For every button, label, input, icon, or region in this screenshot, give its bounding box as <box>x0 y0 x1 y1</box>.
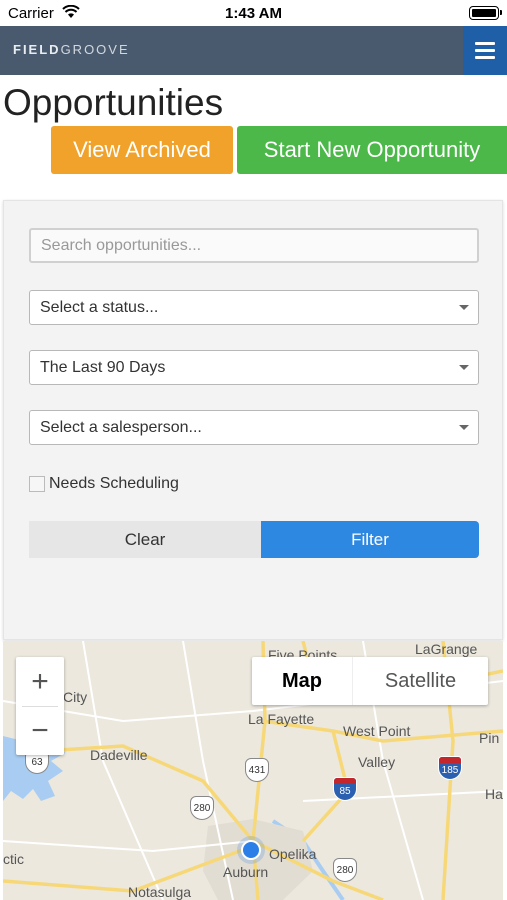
shield-63-label: 63 <box>31 756 43 768</box>
date-range-value: The Last 90 Days <box>40 358 166 376</box>
salesperson-select-value: Select a salesperson... <box>40 418 202 436</box>
salesperson-select[interactable]: Select a salesperson... <box>29 410 479 445</box>
clock: 1:43 AM <box>225 5 282 22</box>
chevron-down-icon <box>459 305 469 310</box>
brand-field: FIELD <box>13 42 61 57</box>
shield-185-label: 185 <box>441 764 459 776</box>
interstate-185-shield: 185 <box>438 756 462 780</box>
map-label-auburn: Auburn <box>223 864 269 880</box>
map-label-valley: Valley <box>358 754 396 770</box>
top-navbar: FIELDGROOVE <box>0 26 507 75</box>
map-type-satellite-button[interactable]: Satellite <box>352 657 488 705</box>
map-label-opelika: Opelika <box>269 846 317 862</box>
hamburger-icon-bar-1 <box>475 42 495 45</box>
map-label-la-fayette: La Fayette <box>248 711 315 727</box>
hamburger-menu-button[interactable] <box>463 26 507 75</box>
needs-scheduling-label: Needs Scheduling <box>49 475 179 492</box>
hamburger-icon-bar-3 <box>475 56 495 59</box>
chevron-down-icon <box>459 365 469 370</box>
status-select[interactable]: Select a status... <box>29 290 479 325</box>
status-bar: Carrier 1:43 AM <box>0 0 507 26</box>
shield-431-label: 431 <box>248 764 266 776</box>
map-label-ha: Ha <box>485 786 503 802</box>
status-select-value: Select a status... <box>40 298 159 316</box>
map-label-city: City <box>63 689 88 705</box>
page-title: Opportunities <box>3 82 224 123</box>
chevron-down-icon <box>459 425 469 430</box>
highway-431-shield: 431 <box>245 758 269 782</box>
shield-280-label-a: 280 <box>193 802 211 814</box>
hamburger-icon-bar-2 <box>475 49 495 52</box>
needs-scheduling-checkbox[interactable] <box>29 476 45 492</box>
brand-logo[interactable]: FIELDGROOVE <box>13 42 130 57</box>
highway-280-shield: 280 <box>190 796 214 820</box>
map-label-west-point: West Point <box>343 723 411 739</box>
brand-groove: GROOVE <box>60 42 130 57</box>
map-label-lagrange: LaGrange <box>415 641 478 657</box>
shield-85-label: 85 <box>339 785 351 797</box>
zoom-control: + − <box>16 657 64 755</box>
clear-button[interactable]: Clear <box>29 521 261 558</box>
needs-scheduling-row[interactable]: Needs Scheduling <box>29 474 179 494</box>
map-label-dadeville: Dadeville <box>90 747 148 763</box>
map-label-notasulga: Notasulga <box>128 884 192 900</box>
highway-280-shield-east: 280 <box>333 858 357 882</box>
start-new-opportunity-button[interactable]: Start New Opportunity <box>237 126 507 174</box>
map-type-map-button[interactable]: Map <box>252 657 352 705</box>
view-archived-button[interactable]: View Archived <box>51 126 233 174</box>
map-view[interactable]: Five Points LaGrange City La Fayette Wes… <box>3 641 503 900</box>
search-placeholder: Search opportunities... <box>41 236 202 254</box>
zoom-out-button[interactable]: − <box>16 706 64 755</box>
zoom-in-button[interactable]: + <box>16 657 64 706</box>
filter-button[interactable]: Filter <box>261 521 479 558</box>
interstate-85-shield: 85 <box>333 777 357 801</box>
search-input[interactable]: Search opportunities... <box>29 228 479 263</box>
location-pin-icon[interactable] <box>241 840 261 860</box>
map-type-toggle: Map Satellite <box>252 657 488 705</box>
map-label-ctic: ctic <box>3 851 24 867</box>
battery-icon <box>469 6 502 20</box>
date-range-select[interactable]: The Last 90 Days <box>29 350 479 385</box>
shield-280-label-b: 280 <box>336 864 354 876</box>
map-label-pin: Pin <box>479 730 500 746</box>
